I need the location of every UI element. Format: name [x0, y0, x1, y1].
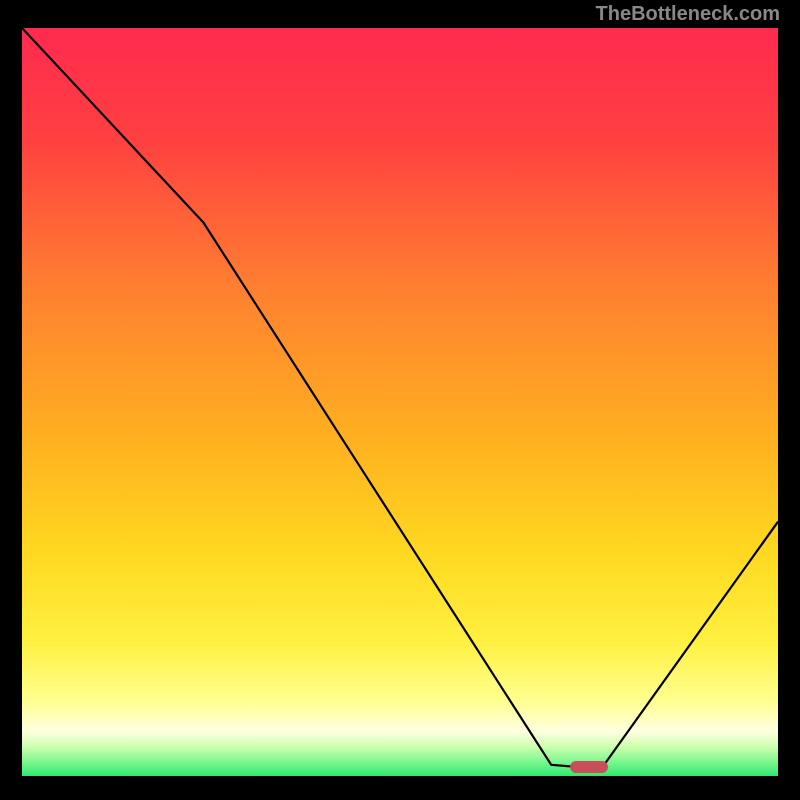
chart-container: TheBottleneck.com [0, 0, 800, 800]
watermark: TheBottleneck.com [596, 3, 780, 26]
bottleneck-chart [0, 0, 800, 800]
optimal-marker [570, 761, 608, 773]
gradient-background [22, 28, 778, 776]
